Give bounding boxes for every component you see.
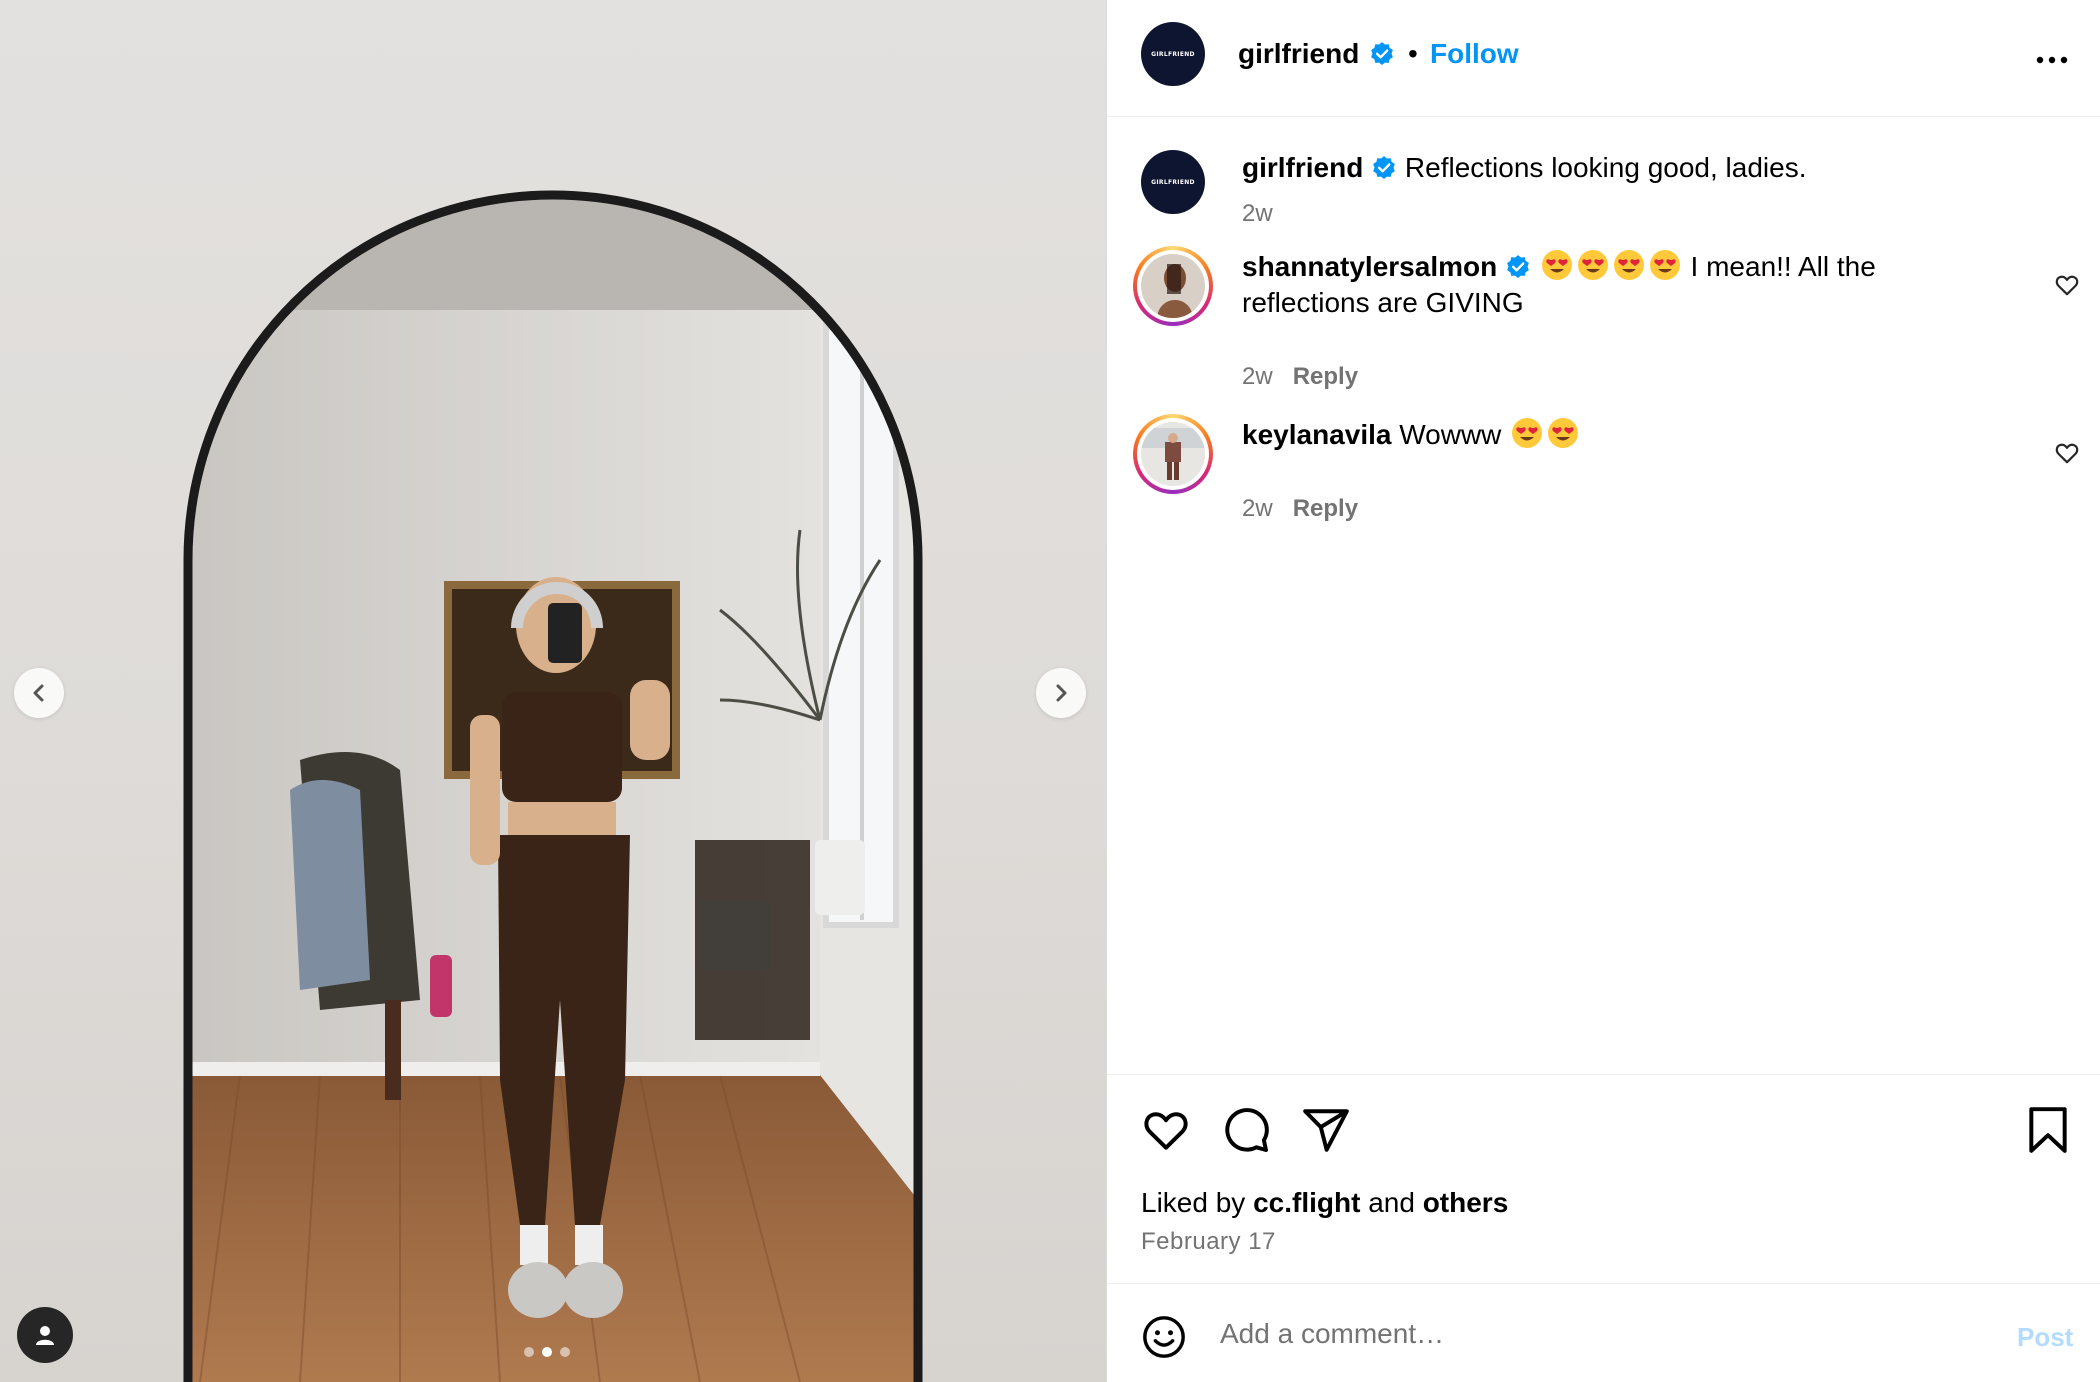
brand-logo-text: GIRLFRIEND <box>1151 178 1195 186</box>
reply-button[interactable]: Reply <box>1293 363 1358 390</box>
comment-bubble-icon[interactable] <box>1221 1105 1271 1155</box>
heart-eyes-emoji-icon <box>1577 250 1608 280</box>
more-horizontal-icon[interactable] <box>2034 42 2070 78</box>
chevron-left-icon <box>33 684 44 702</box>
verified-badge-icon <box>1507 255 1529 279</box>
comment-composer: Post <box>1107 1283 2100 1382</box>
post-details-panel: GIRLFRIEND girlfriend • Follow GIRLFRIEN… <box>1106 0 2100 1382</box>
bookmark-icon[interactable] <box>2025 1105 2071 1155</box>
post-header: GIRLFRIEND girlfriend • Follow <box>1107 0 2100 117</box>
post-media[interactable] <box>0 0 1106 1382</box>
comment-meta: 2w Reply <box>1242 363 1358 391</box>
comment-username[interactable]: keylanavila <box>1242 419 1391 450</box>
comment-body: Wowww <box>1399 419 1502 450</box>
comment-time[interactable]: 2w <box>1242 363 1273 390</box>
heart-eyes-emojis <box>1509 418 1581 450</box>
smiley-icon[interactable] <box>1141 1314 1187 1360</box>
post-photo <box>183 190 923 1382</box>
slide-dot <box>560 1347 570 1357</box>
author-avatar[interactable]: GIRLFRIEND <box>1141 22 1205 86</box>
slide-indicator <box>524 1347 570 1357</box>
brand-logo-text: GIRLFRIEND <box>1151 50 1195 58</box>
caption-time[interactable]: 2w <box>1242 200 1273 227</box>
verified-badge-icon <box>1371 42 1393 66</box>
previous-slide-button[interactable] <box>14 668 64 718</box>
post-actions: Liked by cc.flight and others February 1… <box>1107 1074 2100 1284</box>
caption-author-avatar[interactable]: GIRLFRIEND <box>1141 150 1205 214</box>
heart-eyes-emoji-icon <box>1613 250 1644 280</box>
comment-text: keylanavila Wowww <box>1242 417 1902 453</box>
follow-button[interactable]: Follow <box>1430 38 1519 70</box>
chevron-right-icon <box>1056 684 1067 702</box>
header-separator: • <box>1408 38 1418 69</box>
heart-eyes-emoji-icon <box>1512 418 1543 448</box>
heart-icon[interactable] <box>1141 1105 1191 1155</box>
liked-by-user[interactable]: cc.flight <box>1253 1187 1360 1218</box>
caption-body: Reflections looking good, ladies. <box>1404 152 1807 183</box>
comment-like-heart-icon[interactable] <box>2054 272 2080 298</box>
comment-body-line1: I mean!! All the <box>1690 251 1876 282</box>
heart-eyes-emoji-icon <box>1548 418 1579 448</box>
caption-username[interactable]: girlfriend <box>1242 152 1363 183</box>
comment-time[interactable]: 2w <box>1242 495 1273 522</box>
reply-button[interactable]: Reply <box>1293 495 1358 522</box>
caption-text: girlfriend Reflections looking good, lad… <box>1242 150 1902 186</box>
comment-username[interactable]: shannatylersalmon <box>1242 251 1497 282</box>
heart-eyes-emoji-icon <box>1649 250 1680 280</box>
commenter-avatar[interactable] <box>1133 414 1213 494</box>
likes-joiner: and <box>1368 1187 1415 1218</box>
comment-like-heart-icon[interactable] <box>2054 440 2080 466</box>
comment-input[interactable] <box>1220 1314 1960 1354</box>
post-comment-button[interactable]: Post <box>2017 1322 2073 1353</box>
user-tag-icon <box>36 1326 54 1345</box>
paper-plane-icon[interactable] <box>1301 1105 1351 1155</box>
next-slide-button[interactable] <box>1036 668 1086 718</box>
commenter-photo <box>1141 422 1205 486</box>
comment-text: shannatylersalmon I mean!! All the refle… <box>1242 249 1902 321</box>
tagged-users-button[interactable] <box>17 1307 73 1363</box>
verified-badge-icon <box>1373 156 1395 180</box>
likes-others-link[interactable]: others <box>1423 1187 1509 1218</box>
heart-eyes-emojis <box>1539 250 1691 282</box>
heart-eyes-emoji-icon <box>1541 250 1572 280</box>
commenter-avatar[interactable] <box>1133 246 1213 326</box>
slide-dot-active <box>542 1347 552 1357</box>
comment-body-line2: reflections are GIVING <box>1242 287 1524 318</box>
likes-summary: Liked by cc.flight and others <box>1141 1187 1508 1219</box>
slide-dot <box>524 1347 534 1357</box>
caption-meta: 2w <box>1242 200 1273 228</box>
author-username[interactable]: girlfriend <box>1238 38 1359 70</box>
comment-meta: 2w Reply <box>1242 495 1358 523</box>
post-date[interactable]: February 17 <box>1141 1228 1276 1256</box>
likes-prefix: Liked by <box>1141 1187 1246 1218</box>
commenter-photo <box>1141 254 1205 318</box>
